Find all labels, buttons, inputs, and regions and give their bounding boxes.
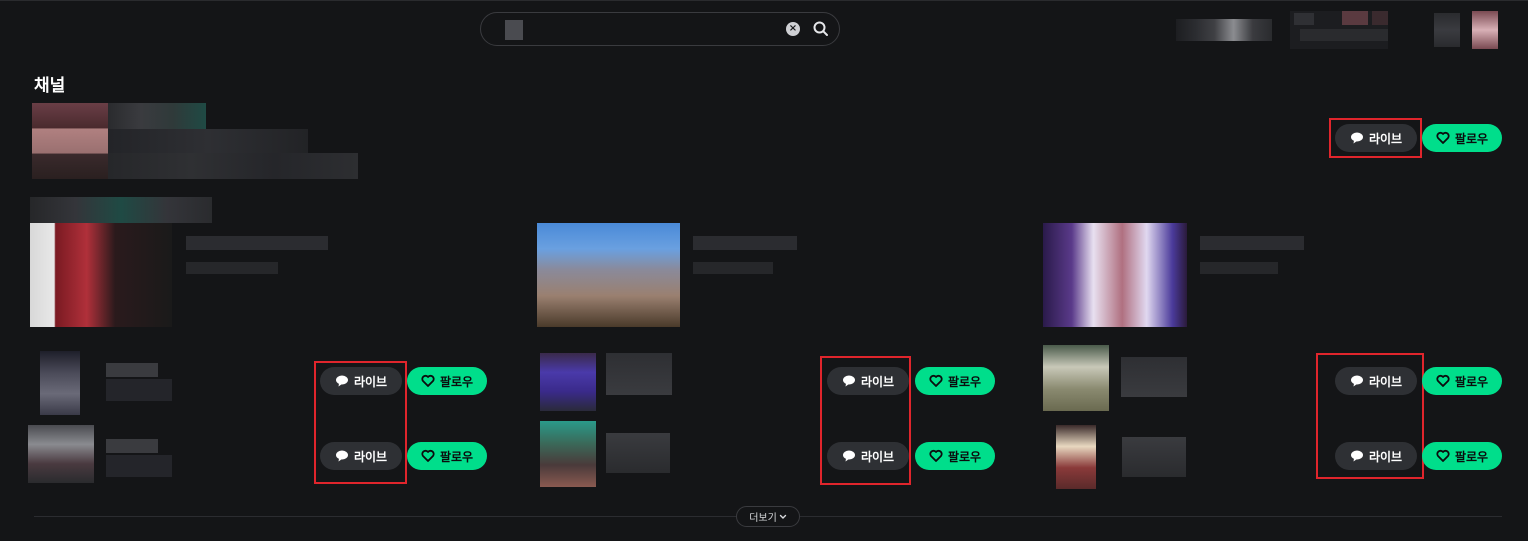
video-meta-blurred <box>186 262 278 274</box>
channel-name-blurred[interactable] <box>108 103 206 129</box>
follow-button[interactable]: 팔로우 <box>407 442 487 470</box>
follow-label: 팔로우 <box>1454 374 1489 389</box>
channel-row[interactable] <box>28 425 178 483</box>
video-title-blurred[interactable] <box>186 236 328 250</box>
follow-label: 팔로우 <box>1454 449 1489 464</box>
follow-label: 팔로우 <box>1454 131 1489 146</box>
heart-icon <box>929 449 943 462</box>
follow-button[interactable]: 팔로우 <box>1422 124 1502 152</box>
channel-name-blurred[interactable] <box>106 439 158 453</box>
follow-label: 팔로우 <box>947 449 982 464</box>
live-button[interactable]: 라이브 <box>827 442 909 470</box>
live-label: 라이브 <box>353 449 388 464</box>
chat-icon <box>1350 132 1363 144</box>
channel-name-blurred[interactable] <box>106 363 158 377</box>
follow-label: 팔로우 <box>439 449 474 464</box>
section-title: 채널 <box>34 76 66 96</box>
heart-icon <box>1436 131 1450 144</box>
video-card[interactable] <box>30 223 330 327</box>
more-label: 더보기 <box>749 513 777 524</box>
heart-icon <box>421 449 435 462</box>
channel-row[interactable] <box>1056 425 1196 489</box>
channel-avatar[interactable] <box>1043 345 1109 411</box>
chevron-down-icon <box>779 514 786 519</box>
live-button[interactable]: 라이브 <box>1335 442 1417 470</box>
live-button[interactable]: 라이브 <box>320 367 402 395</box>
search-query-thumbnail <box>505 20 523 40</box>
clear-icon[interactable]: × <box>786 22 800 36</box>
channel-avatar[interactable] <box>1056 425 1096 489</box>
heart-icon <box>1436 374 1450 387</box>
follow-label: 팔로우 <box>947 374 982 389</box>
heart-icon <box>1436 449 1450 462</box>
live-label: 라이브 <box>1368 449 1403 464</box>
channel-row[interactable] <box>40 351 180 415</box>
video-meta-blurred <box>693 262 773 274</box>
live-label: 라이브 <box>1368 374 1403 389</box>
chat-icon <box>335 375 348 387</box>
chat-icon <box>842 375 855 387</box>
chat-icon <box>335 450 348 462</box>
follow-button[interactable]: 팔로우 <box>1422 442 1502 470</box>
channel-name-blurred[interactable] <box>1121 357 1187 397</box>
notification-icon[interactable] <box>1434 13 1460 47</box>
channel-avatar[interactable] <box>28 425 94 483</box>
video-card[interactable] <box>1043 223 1343 327</box>
live-label: 라이브 <box>860 449 895 464</box>
live-label: 라이브 <box>860 374 895 389</box>
channel-row[interactable] <box>540 353 680 411</box>
avatar[interactable] <box>1472 11 1498 49</box>
channel-name-blurred[interactable] <box>606 353 672 395</box>
video-title-blurred[interactable] <box>1200 236 1304 250</box>
follow-label: 팔로우 <box>439 374 474 389</box>
chat-icon <box>842 450 855 462</box>
subheading-blurred <box>30 197 212 223</box>
live-button[interactable]: 라이브 <box>320 442 402 470</box>
channel-name-blurred[interactable] <box>606 433 670 473</box>
live-button[interactable]: 라이브 <box>1335 124 1417 152</box>
channel-desc-blurred <box>108 129 308 153</box>
channel-row[interactable] <box>1043 345 1193 411</box>
follow-button[interactable]: 팔로우 <box>915 367 995 395</box>
channel-card-main[interactable] <box>32 103 362 179</box>
live-button[interactable]: 라이브 <box>1335 367 1417 395</box>
video-thumbnail[interactable] <box>1043 223 1187 327</box>
video-thumbnail[interactable] <box>30 223 172 327</box>
heart-icon <box>421 374 435 387</box>
channel-row[interactable] <box>540 421 680 487</box>
chat-icon <box>1350 375 1363 387</box>
video-thumbnail[interactable] <box>537 223 680 327</box>
more-button[interactable]: 더보기 <box>736 506 800 527</box>
channel-avatar[interactable] <box>40 351 80 415</box>
chat-icon <box>1350 450 1363 462</box>
search-bar[interactable]: × <box>480 12 840 46</box>
channel-avatar[interactable] <box>540 353 596 411</box>
follow-button[interactable]: 팔로우 <box>915 442 995 470</box>
search-icon[interactable] <box>811 19 831 39</box>
video-card[interactable] <box>537 223 837 327</box>
video-title-blurred[interactable] <box>693 236 797 250</box>
header-user-area <box>1176 11 1516 51</box>
channel-avatar[interactable] <box>32 103 108 179</box>
live-label: 라이브 <box>1368 131 1403 146</box>
heart-icon <box>929 374 943 387</box>
follow-button[interactable]: 팔로우 <box>1422 367 1502 395</box>
video-meta-blurred <box>1200 262 1278 274</box>
follow-button[interactable]: 팔로우 <box>407 367 487 395</box>
channel-name-blurred[interactable] <box>1122 437 1186 477</box>
live-button[interactable]: 라이브 <box>827 367 909 395</box>
live-label: 라이브 <box>353 374 388 389</box>
channel-avatar[interactable] <box>540 421 596 487</box>
